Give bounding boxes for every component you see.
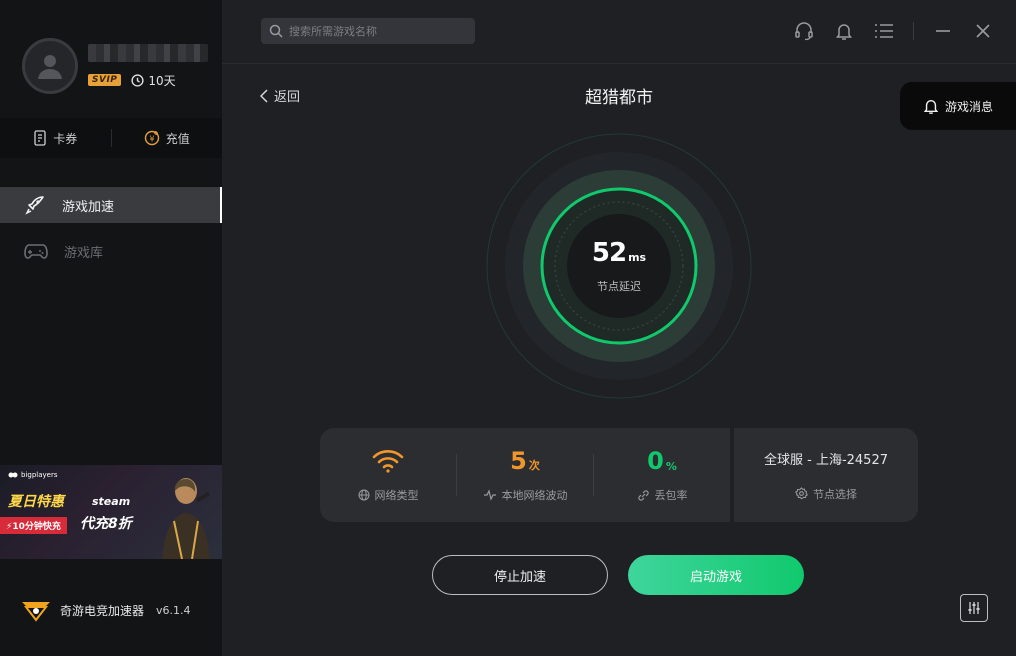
wifi-icon (372, 450, 404, 473)
app-version: v6.1.4 (156, 603, 191, 617)
sidebar: SVIP 10天 卡券 ¥ 充值 游戏加速 游戏库 bigplayers 夏日特… (0, 0, 222, 656)
clock-icon (131, 73, 144, 87)
vip-days: 10天 (131, 72, 176, 89)
packet-loss-label: 丢包率 (654, 489, 688, 502)
bigplayers-logo-icon (8, 472, 18, 478)
svip-badge: SVIP (88, 74, 122, 86)
coupon-label: 卡券 (53, 131, 78, 146)
network-stats: 网络类型 5次 本地网络波动 0% 丢包率 全球服 - 上海-24527 节点选… (320, 428, 918, 522)
minimize-button[interactable] (932, 20, 954, 42)
minimize-icon (936, 30, 950, 32)
banner-discount: 代充8折 (80, 516, 132, 532)
window-controls (793, 20, 994, 42)
sidebar-item-game-library[interactable]: 游戏库 (0, 233, 222, 269)
network-type-label: 网络类型 (374, 489, 419, 502)
start-game-button[interactable]: 启动游戏 (628, 555, 804, 595)
close-button[interactable] (972, 20, 994, 42)
notification-button[interactable] (833, 20, 855, 42)
node-server: 全球服 - 上海-24527 (763, 452, 888, 468)
game-messages-button[interactable]: 游戏消息 (900, 82, 1016, 130)
recharge-coin-icon: ¥ (144, 130, 159, 146)
link-icon (637, 489, 649, 501)
gamepad-icon (24, 244, 48, 259)
menu-button[interactable] (873, 20, 895, 42)
banner-steam: steam (92, 495, 131, 508)
coupon-icon (34, 130, 46, 146)
main-panel: 返回 超猎都市 游戏消息 52ms 节点延迟 (222, 0, 1016, 656)
recharge-button[interactable]: ¥ 充值 (112, 130, 223, 147)
list-menu-icon (875, 24, 893, 38)
wallet-bar: 卡券 ¥ 充值 (0, 118, 222, 158)
rocket-icon (25, 196, 44, 215)
controls-divider (913, 22, 914, 40)
stop-boost-button[interactable]: 停止加速 (432, 555, 608, 595)
stat-fluctuation: 5次 本地网络波动 (457, 428, 593, 522)
app-brand: 奇游电竞加速器 v6.1.4 (20, 598, 191, 622)
bell-icon (836, 24, 852, 40)
sidebar-item-label: 游戏库 (64, 245, 104, 261)
top-bar (222, 0, 1016, 64)
user-icon (38, 55, 62, 79)
avatar[interactable] (22, 38, 78, 94)
search-box[interactable] (261, 18, 475, 44)
latency-value: 52 (591, 238, 627, 268)
app-name: 奇游电竞加速器 (60, 603, 145, 618)
search-input[interactable] (289, 24, 469, 38)
recharge-label: 充值 (165, 131, 190, 146)
svg-text:¥: ¥ (149, 135, 154, 144)
username-redacted (88, 43, 208, 62)
vip-days-text: 10天 (148, 73, 176, 88)
fluctuation-suffix: 次 (528, 459, 540, 472)
headset-icon (795, 22, 813, 41)
node-select-label: 节点选择 (813, 487, 857, 501)
stat-network-type: 网络类型 (320, 428, 456, 522)
globe-icon (358, 489, 369, 501)
packet-loss-suffix: % (665, 460, 677, 473)
game-messages-label: 游戏消息 (944, 99, 993, 114)
stats-panel: 网络类型 5次 本地网络波动 0% 丢包率 (320, 428, 730, 522)
fluctuation-label: 本地网络波动 (501, 489, 568, 502)
fluctuation-value: 5 (510, 447, 527, 475)
promo-banner[interactable]: bigplayers 夏日特惠 steam ⚡10分钟快充 代充8折 (0, 465, 222, 559)
banner-brand: bigplayers (8, 471, 57, 479)
support-button[interactable] (793, 20, 815, 42)
gear-icon (795, 487, 808, 500)
close-icon (976, 24, 990, 38)
coupon-button[interactable]: 卡券 (0, 130, 111, 147)
latency-unit: ms (628, 251, 647, 264)
latency-readout: 52 ms 节点延迟 (486, 133, 752, 399)
banner-character-image (162, 478, 211, 559)
settings-button[interactable] (960, 594, 988, 622)
stat-packet-loss: 0% 丢包率 (594, 428, 730, 522)
node-select-button[interactable]: 全球服 - 上海-24527 节点选择 (734, 428, 918, 522)
packet-loss-value: 0 (647, 447, 664, 475)
sidebar-nav: 游戏加速 游戏库 (0, 187, 222, 279)
search-icon (269, 24, 283, 38)
sidebar-item-game-boost[interactable]: 游戏加速 (0, 187, 222, 223)
pulse-icon (483, 489, 496, 501)
latency-label: 节点延迟 (597, 280, 641, 293)
bell-icon (923, 99, 939, 114)
user-profile[interactable]: SVIP 10天 (22, 38, 208, 94)
banner-title: 夏日特惠 (8, 494, 64, 510)
app-logo-icon (22, 602, 50, 622)
banner-promo-tag: ⚡10分钟快充 (0, 517, 67, 534)
page-title: 超猎都市 (585, 88, 653, 108)
app-window: SVIP 10天 卡券 ¥ 充值 游戏加速 游戏库 bigplayers 夏日特… (0, 0, 1016, 656)
sidebar-item-label: 游戏加速 (62, 199, 115, 215)
sliders-icon (968, 602, 980, 614)
